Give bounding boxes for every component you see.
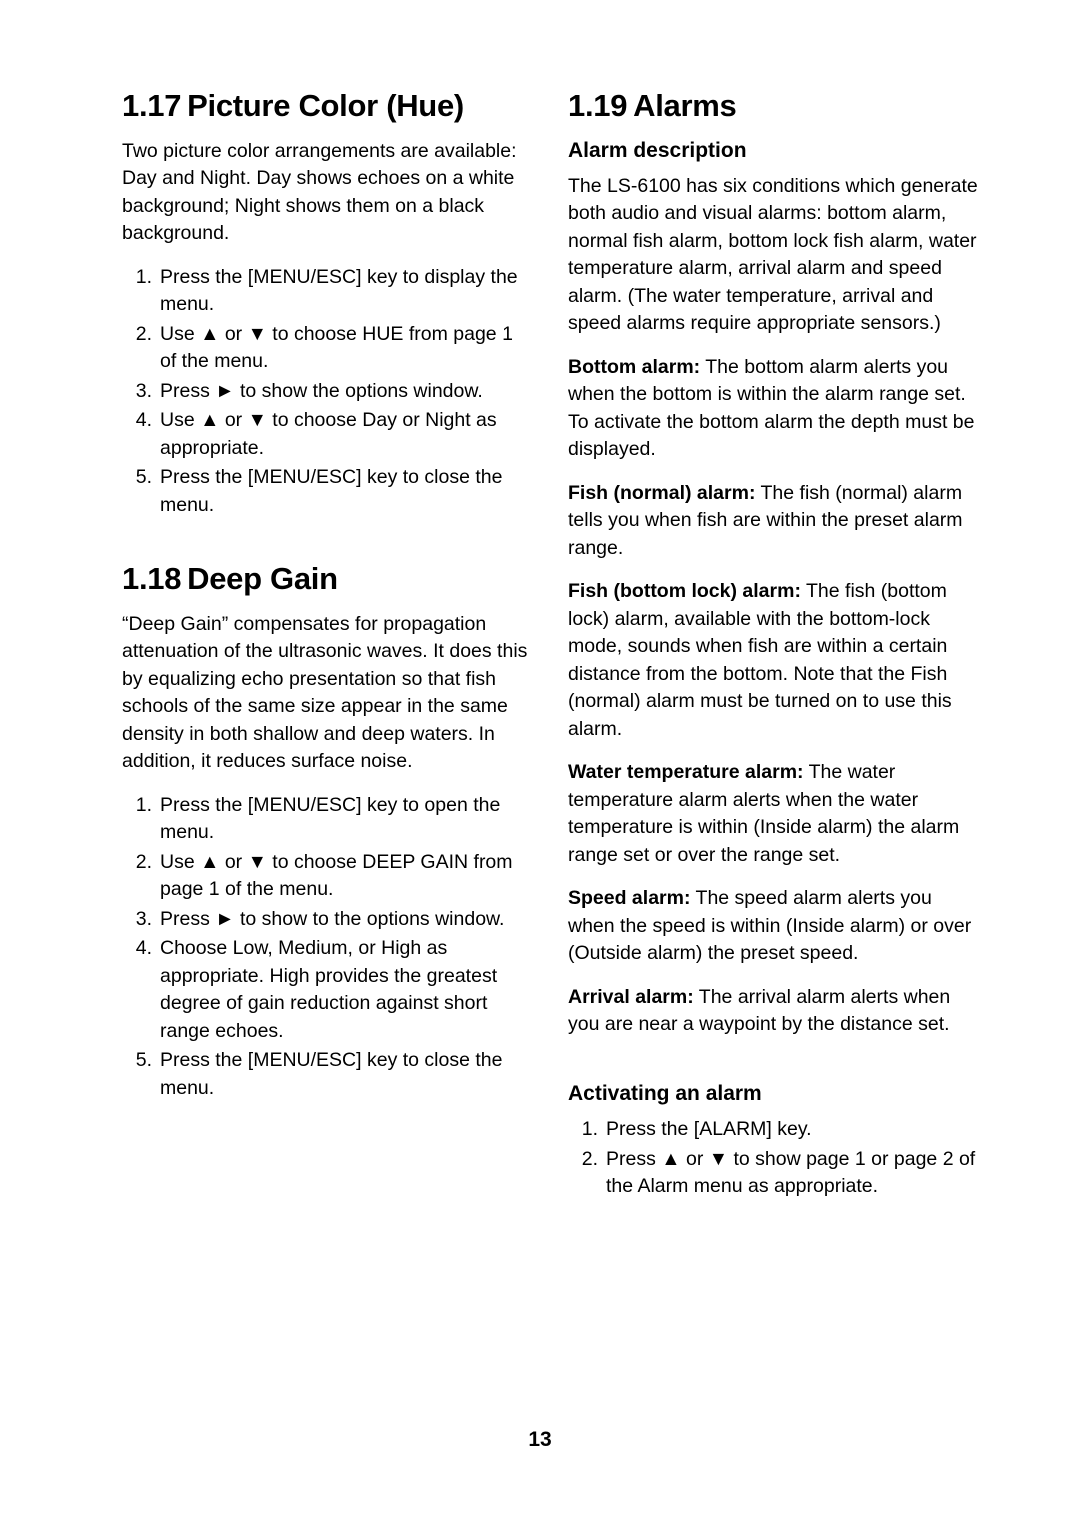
alarm-entry-water-temperature: Water temperature alarm: The water tempe… (568, 759, 978, 869)
list-marker: 5. (135, 1049, 152, 1072)
list-marker: 2. (135, 850, 152, 873)
section-heading-alarms: 1.19 Alarms (568, 88, 978, 124)
list-item: 5. Press the [MENU/ESC] key to close the … (122, 1047, 532, 1102)
alarm-name: Speed alarm: (568, 887, 691, 910)
subheading-alarm-description: Alarm description (568, 138, 747, 162)
list-item: 4. Choose Low, Medium, or High as appropr… (122, 935, 532, 1045)
list-marker: 2. (581, 1147, 598, 1170)
list-text: Press ► to show to the options window. (160, 907, 505, 930)
list-text: Use ▲ or ▼ to choose HUE from page 1 of … (160, 322, 513, 373)
section-title: Alarms (633, 88, 737, 123)
list-item: 1. Press the [ALARM] key. (568, 1116, 978, 1144)
section-number: 1.17 (122, 88, 182, 123)
list-marker: 4. (135, 409, 152, 432)
list-item: 4. Use ▲ or ▼ to choose Day or Night as a… (122, 407, 532, 462)
list-item: 2. Press ▲ or ▼ to show page 1 or page 2 … (568, 1146, 978, 1201)
section-title: Picture Color (Hue) (187, 88, 464, 123)
list-text: Press the [ALARM] key. (606, 1118, 812, 1141)
right-column: 1.19 Alarms Alarm description The LS-6100… (568, 88, 978, 1203)
list-marker: 2. (135, 322, 152, 345)
list-text: Press the [MENU/ESC] key to open the men… (160, 793, 501, 844)
list-item: 3. Press ► to show the options window. (122, 378, 532, 406)
manual-page: 1.17 Picture Color (Hue) Two picture colo… (0, 0, 1080, 1528)
list-text: Use ▲ or ▼ to choose DEEP GAIN from page… (160, 850, 513, 901)
list-item: 3. Press ► to show to the options window. (122, 906, 532, 934)
list-item: 2. Use ▲ or ▼ to choose HUE from page 1 o… (122, 321, 532, 376)
list-marker: 4. (135, 937, 152, 960)
list-marker: 1. (581, 1118, 598, 1141)
list-item: 2. Use ▲ or ▼ to choose DEEP GAIN from pa… (122, 849, 532, 904)
list-item: 1. Press the [MENU/ESC] key to open the m… (122, 792, 532, 847)
section-number: 1.19 (568, 88, 628, 123)
list-marker: 1. (135, 793, 152, 816)
alarm-description: The fish (bottom lock) alarm, available … (568, 580, 952, 740)
list-marker: 3. (135, 379, 152, 402)
picture-color-intro: Two picture color arrangements are avail… (122, 139, 517, 245)
alarm-name: Water temperature alarm: (568, 761, 804, 784)
list-text: Use ▲ or ▼ to choose Day or Night as app… (160, 409, 497, 459)
alarm-name: Arrival alarm: (568, 985, 694, 1008)
list-text: Press the [MENU/ESC] key to close the me… (160, 466, 503, 516)
alarm-entry-fish-normal: Fish (normal) alarm: The fish (normal) a… (568, 480, 978, 563)
alarms-intro: The LS-6100 has six conditions which gen… (568, 174, 978, 335)
alarm-entry-arrival: Arrival alarm: The arrival alarm alerts … (568, 984, 978, 1039)
subheading-activating-an-alarm: Activating an alarm (568, 1081, 762, 1105)
list-text: Choose Low, Medium, or High as appropria… (160, 937, 498, 1042)
alarm-entry-bottom: Bottom alarm: The bottom alarm alerts yo… (568, 354, 978, 464)
list-text: Press the [MENU/ESC] key to close the me… (160, 1049, 503, 1099)
list-marker: 3. (135, 907, 152, 930)
alarm-name: Bottom alarm: (568, 355, 701, 378)
list-text: Press ▲ or ▼ to show page 1 or page 2 of… (606, 1147, 976, 1198)
picture-color-steps: 1. Press the [MENU/ESC] key to display th… (122, 264, 532, 520)
list-text: Press ► to show the options window. (160, 379, 483, 402)
alarm-name: Fish (normal) alarm: (568, 481, 756, 504)
list-marker: 1. (135, 265, 152, 288)
section-heading-deep-gain: 1.18 Deep Gain (122, 561, 532, 597)
page-number: 13 (528, 1428, 552, 1451)
activating-alarm-steps: 1. Press the [ALARM] key. 2. Press ▲ or ▼ … (568, 1116, 978, 1201)
section-title: Deep Gain (187, 561, 338, 597)
section-number: 1.18 (122, 561, 182, 597)
alarm-entry-fish-bottom-lock: Fish (bottom lock) alarm: The fish (bott… (568, 578, 978, 743)
list-item: 1. Press the [MENU/ESC] key to display th… (122, 264, 532, 319)
deep-gain-steps: 1. Press the [MENU/ESC] key to open the m… (122, 792, 532, 1103)
list-text: Press the [MENU/ESC] key to display the … (160, 265, 518, 316)
list-marker: 5. (135, 466, 152, 489)
alarm-name: Fish (bottom lock) alarm: (568, 580, 801, 603)
list-item: 5. Press the [MENU/ESC] key to close the … (122, 464, 532, 519)
left-column: 1.17 Picture Color (Hue) Two picture colo… (122, 88, 532, 1104)
alarm-entry-speed: Speed alarm: The speed alarm alerts you … (568, 885, 978, 968)
section-heading-picture-color: 1.17 Picture Color (Hue) (122, 88, 532, 124)
deep-gain-intro: “Deep Gain” compensates for propagation … (122, 612, 528, 773)
